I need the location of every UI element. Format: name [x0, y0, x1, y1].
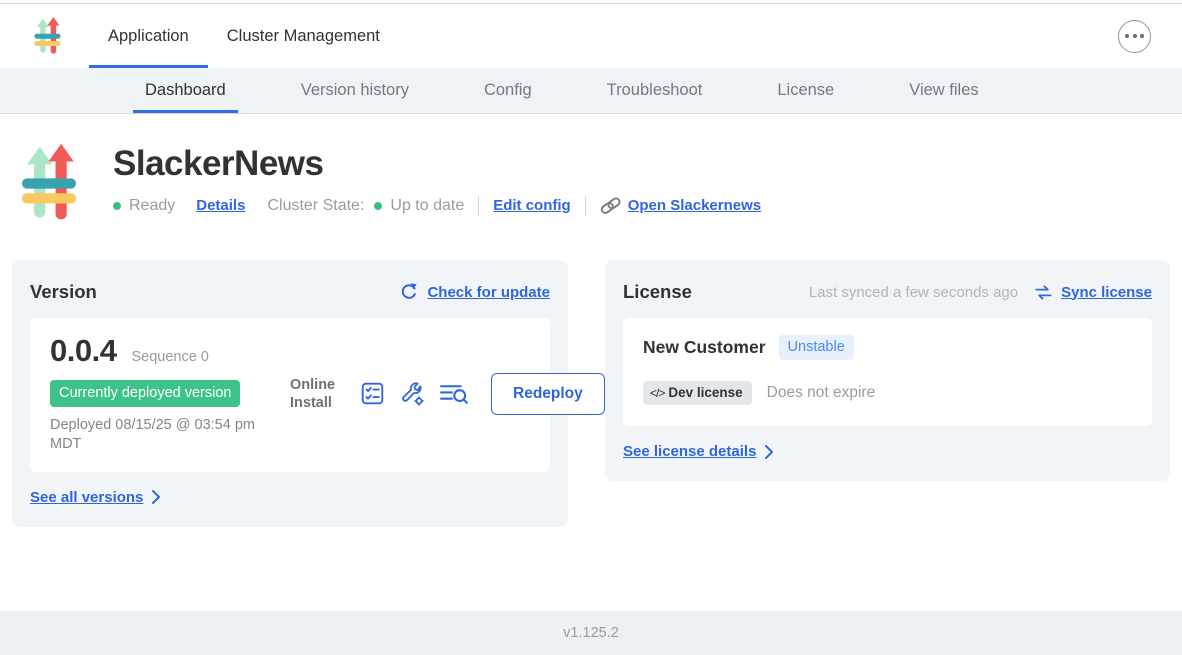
app-header: SlackerNews Ready Details Cluster State:… — [21, 141, 1182, 225]
open-app-link[interactable]: Open Slackernews — [628, 197, 761, 214]
configure-wrench-icon — [399, 381, 425, 407]
version-card-header: Version Check for update — [30, 281, 550, 303]
currently-deployed-badge: Currently deployed version — [50, 380, 240, 407]
chevron-right-icon — [151, 489, 161, 505]
preflight-checks-button[interactable] — [360, 381, 385, 406]
subtab-config-label: Config — [484, 81, 532, 100]
license-expiry: Does not expire — [767, 384, 876, 402]
tab-cluster-management-label: Cluster Management — [227, 27, 380, 46]
app-logo-icon — [33, 17, 62, 55]
subtab-version-history-label: Version history — [301, 81, 409, 100]
overflow-menu-button[interactable] — [1118, 20, 1151, 53]
license-card-title: License — [623, 281, 692, 303]
configure-version-button[interactable] — [399, 381, 425, 407]
version-card: Version Check for update 0.0.4 Sequence … — [12, 260, 568, 527]
app-status-dot — [113, 202, 121, 210]
link-chain-icon — [600, 195, 621, 216]
version-number: 0.0.4 — [50, 333, 116, 369]
subtab-troubleshoot-label: Troubleshoot — [607, 81, 703, 100]
subtab-dashboard[interactable]: Dashboard — [139, 68, 232, 113]
ellipsis-icon — [1133, 34, 1137, 38]
dashboard-cards: Version Check for update 0.0.4 Sequence … — [12, 260, 1170, 527]
redeploy-button[interactable]: Redeploy — [491, 373, 605, 415]
divider — [478, 196, 479, 216]
subtab-license-label: License — [777, 81, 834, 100]
refresh-icon — [399, 282, 419, 302]
license-panel: New Customer Unstable </> Dev license Doe… — [623, 318, 1152, 426]
license-card: License Last synced a few seconds ago Sy… — [605, 260, 1170, 481]
tab-application[interactable]: Application — [89, 4, 208, 68]
console-footer: v1.125.2 — [0, 611, 1182, 655]
check-for-update-link[interactable]: Check for update — [427, 284, 550, 301]
tab-cluster-management[interactable]: Cluster Management — [208, 4, 399, 68]
cluster-state-label: Cluster State: — [267, 197, 364, 215]
deployed-timestamp: Deployed 08/15/25 @ 03:54 pm MDT — [50, 416, 275, 455]
tab-application-label: Application — [108, 27, 189, 46]
status-details-link[interactable]: Details — [196, 197, 245, 214]
view-logs-button[interactable] — [439, 381, 469, 406]
license-card-header: License Last synced a few seconds ago Sy… — [623, 281, 1152, 303]
subtab-view-files-label: View files — [909, 81, 978, 100]
code-icon: </> — [650, 386, 664, 400]
see-all-versions-label: See all versions — [30, 489, 143, 506]
subtab-view-files[interactable]: View files — [903, 68, 984, 113]
version-actions: Online Install — [290, 373, 605, 415]
current-version-panel: 0.0.4 Sequence 0 Currently deployed vers… — [30, 318, 550, 472]
see-license-details-link[interactable]: See license details — [623, 443, 774, 460]
install-type-label: Online Install — [290, 376, 340, 412]
customer-name: New Customer — [643, 337, 766, 358]
sync-license-link[interactable]: Sync license — [1061, 284, 1152, 301]
console-version: v1.125.2 — [563, 625, 619, 641]
channel-badge: Unstable — [779, 335, 854, 360]
app-status-label: Ready — [129, 197, 175, 215]
subtab-version-history[interactable]: Version history — [295, 68, 415, 113]
last-synced-label: Last synced a few seconds ago — [809, 284, 1018, 301]
subtab-dashboard-label: Dashboard — [145, 81, 226, 100]
dashboard-main: SlackerNews Ready Details Cluster State:… — [0, 115, 1182, 611]
app-sub-nav: Dashboard Version history Config Trouble… — [0, 68, 1182, 114]
see-all-versions-link[interactable]: See all versions — [30, 489, 161, 506]
app-status-row: Ready Details Cluster State: Up to date … — [113, 195, 761, 216]
app-icon — [21, 141, 77, 225]
ellipsis-icon — [1140, 34, 1144, 38]
subtab-license[interactable]: License — [771, 68, 840, 113]
chevron-right-icon — [764, 444, 774, 460]
subtab-config[interactable]: Config — [478, 68, 538, 113]
cluster-state-value: Up to date — [390, 197, 464, 215]
license-type-badge: </> Dev license — [643, 381, 752, 405]
top-nav-bar: Application Cluster Management — [0, 4, 1182, 68]
subtab-troubleshoot[interactable]: Troubleshoot — [601, 68, 709, 113]
version-card-title: Version — [30, 281, 97, 303]
edit-config-link[interactable]: Edit config — [493, 197, 571, 214]
ellipsis-icon — [1125, 34, 1129, 38]
view-logs-icon — [439, 381, 469, 406]
sequence-label: Sequence 0 — [131, 349, 208, 365]
license-type-label: Dev license — [668, 385, 742, 400]
top-nav-tabs: Application Cluster Management — [89, 4, 399, 68]
see-license-details-label: See license details — [623, 443, 756, 460]
preflight-checks-icon — [360, 381, 385, 406]
sync-icon — [1034, 284, 1053, 301]
divider — [585, 196, 586, 216]
cluster-status-dot — [374, 202, 382, 210]
page-title: SlackerNews — [113, 144, 761, 184]
